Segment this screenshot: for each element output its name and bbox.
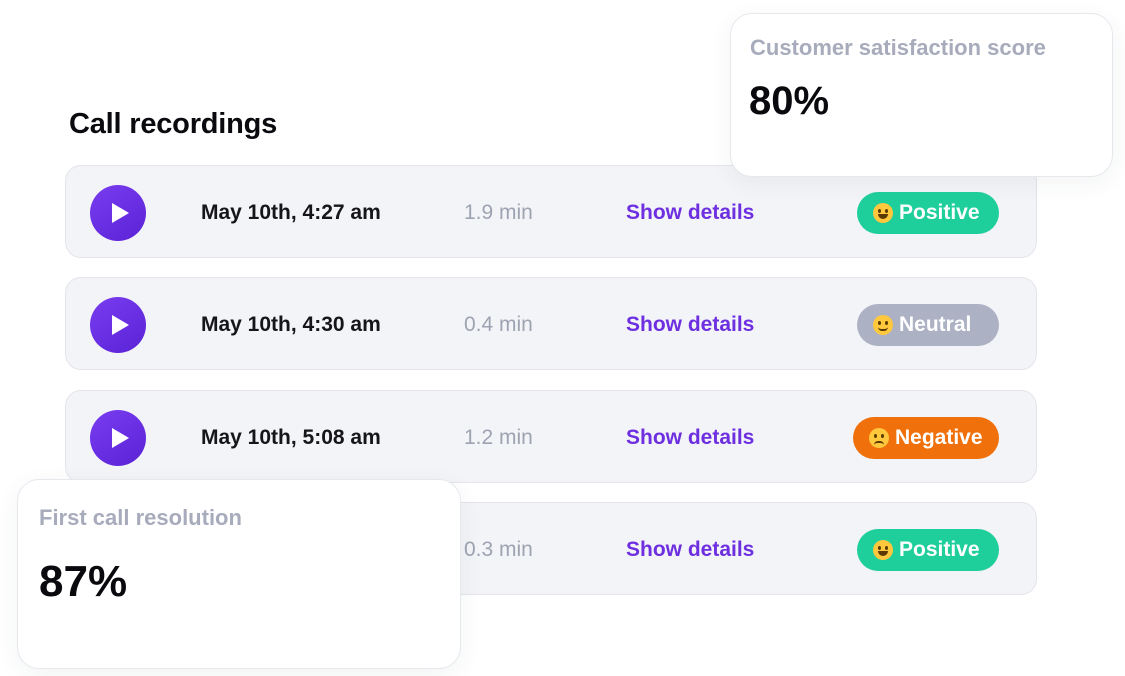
show-details-link[interactable]: Show details <box>626 201 754 225</box>
sentiment-label: Positive <box>899 201 980 224</box>
show-details-link[interactable]: Show details <box>626 313 754 337</box>
section-title: Call recordings <box>69 108 278 140</box>
play-icon <box>112 203 129 223</box>
sentiment-label: Negative <box>895 426 983 449</box>
show-details-link[interactable]: Show details <box>626 426 754 450</box>
grinning-face-icon <box>873 540 893 560</box>
recording-duration: 1.9 min <box>464 201 533 224</box>
recording-time: May 10th, 4:27 am <box>201 201 381 224</box>
recording-duration: 0.4 min <box>464 313 533 336</box>
call-analytics-panel: Call recordings May 10th, 4:27 am 1.9 mi… <box>0 0 1125 676</box>
recording-row: May 10th, 4:30 am 0.4 min Show details N… <box>65 277 1037 370</box>
fcr-label: First call resolution <box>39 505 242 530</box>
csat-label: Customer satisfaction score <box>750 35 1046 60</box>
sentiment-badge-positive: Positive <box>857 192 999 234</box>
play-button[interactable] <box>90 410 146 466</box>
play-icon <box>112 315 129 335</box>
recording-time: May 10th, 4:30 am <box>201 313 381 336</box>
recording-duration: 0.3 min <box>464 538 533 561</box>
fcr-value: 87% <box>39 557 128 606</box>
first-call-resolution-card: First call resolution 87% <box>17 479 461 669</box>
frowning-face-icon <box>869 428 889 448</box>
sentiment-badge-positive: Positive <box>857 529 999 571</box>
sentiment-label: Positive <box>899 538 980 561</box>
slightly-smiling-face-icon <box>873 315 893 335</box>
sentiment-badge-negative: Negative <box>853 417 999 459</box>
play-button[interactable] <box>90 297 146 353</box>
play-icon <box>112 428 129 448</box>
csat-value: 80% <box>749 79 830 123</box>
recording-row: May 10th, 4:27 am 1.9 min Show details P… <box>65 165 1037 258</box>
sentiment-label: Neutral <box>899 313 972 336</box>
sentiment-badge-neutral: Neutral <box>857 304 999 346</box>
recording-time: May 10th, 5:08 am <box>201 426 381 449</box>
play-button[interactable] <box>90 185 146 241</box>
recording-row: May 10th, 5:08 am 1.2 min Show details N… <box>65 390 1037 483</box>
grinning-face-icon <box>873 203 893 223</box>
customer-satisfaction-card: Customer satisfaction score 80% <box>730 13 1113 177</box>
recording-duration: 1.2 min <box>464 426 533 449</box>
show-details-link[interactable]: Show details <box>626 538 754 562</box>
